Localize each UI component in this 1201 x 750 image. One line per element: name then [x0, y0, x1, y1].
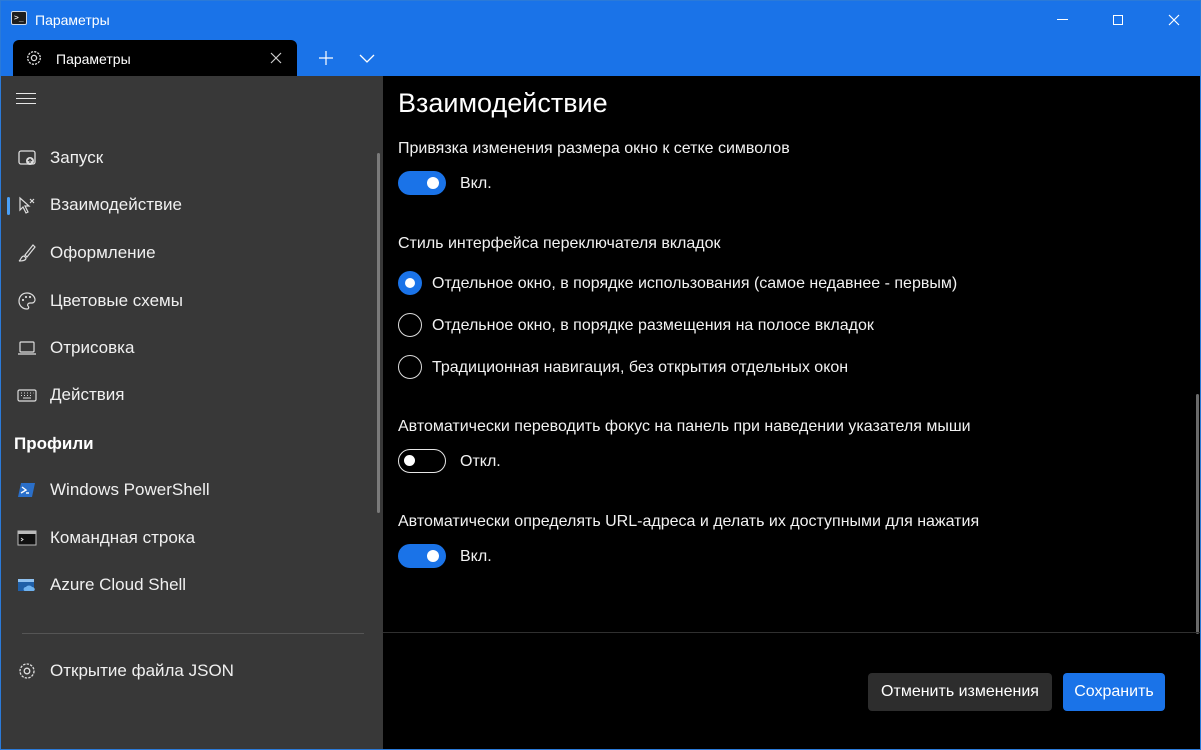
close-window-button[interactable] [1146, 1, 1200, 38]
new-tab-button[interactable] [314, 47, 338, 69]
sidebar-item-color-schemes[interactable]: Цветовые схемы [1, 281, 383, 321]
gear-icon [27, 51, 41, 65]
sidebar: Запуск Взаимодействие Оформление Цветовы… [1, 76, 383, 749]
interaction-icon [17, 195, 37, 215]
sidebar-item-label: Azure Cloud Shell [50, 575, 187, 594]
selection-indicator [7, 197, 10, 215]
sidebar-item-label: Цветовые схемы [50, 291, 183, 310]
snap-resize-state: Вкл. [460, 175, 492, 192]
tab-switcher-radio-mru[interactable] [398, 271, 422, 295]
azure-icon [17, 575, 37, 595]
window-title: Параметры [35, 12, 110, 28]
startup-icon [17, 148, 37, 168]
sidebar-item-interaction[interactable]: Взаимодействие [1, 185, 383, 225]
laptop-icon [17, 338, 37, 358]
palette-icon [17, 291, 37, 311]
gear-icon [17, 661, 37, 681]
page-title: Взаимодействие [398, 88, 608, 118]
close-icon [1168, 14, 1180, 25]
sidebar-item-label: Взаимодействие [50, 195, 182, 214]
sidebar-item-label: Открытие файла JSON [50, 661, 234, 680]
sidebar-item-rendering[interactable]: Отрисовка [1, 328, 383, 368]
profiles-header: Профили [14, 434, 94, 453]
sidebar-item-label: Windows PowerShell [50, 480, 210, 499]
tab-switcher-radio-traditional[interactable] [398, 355, 422, 379]
discard-changes-button[interactable]: Отменить изменения [868, 673, 1052, 711]
sidebar-item-azure-cloud-shell[interactable]: Azure Cloud Shell [1, 565, 383, 605]
sidebar-item-command-prompt[interactable]: Командная строка [1, 518, 383, 558]
terminal-app-icon: >_ [11, 11, 27, 25]
title-bar: >_ Параметры [1, 1, 1200, 38]
detect-urls-state: Вкл. [460, 548, 492, 565]
keyboard-icon [17, 385, 37, 405]
sidebar-item-appearance[interactable]: Оформление [1, 233, 383, 273]
sidebar-item-open-json[interactable]: Открытие файла JSON [1, 651, 383, 691]
settings-window: >_ Параметры Параметры Запуск Взаимодейс… [0, 0, 1201, 750]
main-content: Взаимодействие Привязка изменения размер… [383, 76, 1200, 749]
sidebar-item-label: Оформление [50, 243, 156, 262]
tab-switcher-label: Стиль интерфейса переключателя вкладок [398, 235, 721, 252]
sidebar-item-label: Отрисовка [50, 338, 135, 357]
tab-settings[interactable]: Параметры [13, 40, 297, 76]
snap-resize-toggle[interactable] [398, 171, 446, 195]
snap-resize-label: Привязка изменения размера окно к сетке … [398, 140, 790, 157]
detect-urls-toggle[interactable] [398, 544, 446, 568]
focus-follow-mouse-state: Откл. [460, 453, 501, 470]
tab-switcher-radio-tab-order[interactable] [398, 313, 422, 337]
tab-switcher-option-label: Традиционная навигация, без открытия отд… [432, 359, 849, 376]
powershell-icon [17, 480, 37, 500]
main-scrollbar[interactable] [1196, 394, 1199, 634]
footer-divider [383, 632, 1200, 633]
maximize-button[interactable] [1090, 1, 1146, 38]
brush-icon [17, 243, 37, 263]
sidebar-divider [22, 633, 364, 634]
tab-switcher-option-label: Отдельное окно, в порядке использования … [432, 275, 958, 292]
sidebar-scrollbar[interactable] [377, 153, 380, 513]
minimize-icon [1056, 19, 1068, 20]
cmd-icon [17, 528, 37, 548]
save-button[interactable]: Сохранить [1063, 673, 1165, 711]
close-tab-icon[interactable] [268, 50, 284, 66]
detect-urls-label: Автоматически определять URL-адреса и де… [398, 513, 980, 530]
sidebar-item-label: Командная строка [50, 528, 196, 547]
sidebar-item-windows-powershell[interactable]: Windows PowerShell [1, 470, 383, 510]
tab-label: Параметры [56, 51, 131, 67]
sidebar-item-label: Действия [50, 385, 125, 404]
maximize-icon [1113, 14, 1123, 25]
focus-follow-mouse-label: Автоматически переводить фокус на панель… [398, 418, 971, 435]
tab-switcher-option-label: Отдельное окно, в порядке размещения на … [432, 317, 874, 334]
sidebar-item-label: Запуск [50, 148, 104, 167]
sidebar-item-actions[interactable]: Действия [1, 375, 383, 415]
focus-follow-mouse-toggle[interactable] [398, 449, 446, 473]
sidebar-item-startup[interactable]: Запуск [1, 138, 383, 178]
hamburger-menu-icon[interactable] [16, 93, 38, 109]
minimize-button[interactable] [1034, 1, 1090, 38]
chevron-down-icon[interactable] [355, 48, 379, 68]
tab-bar: Параметры [1, 38, 1200, 76]
